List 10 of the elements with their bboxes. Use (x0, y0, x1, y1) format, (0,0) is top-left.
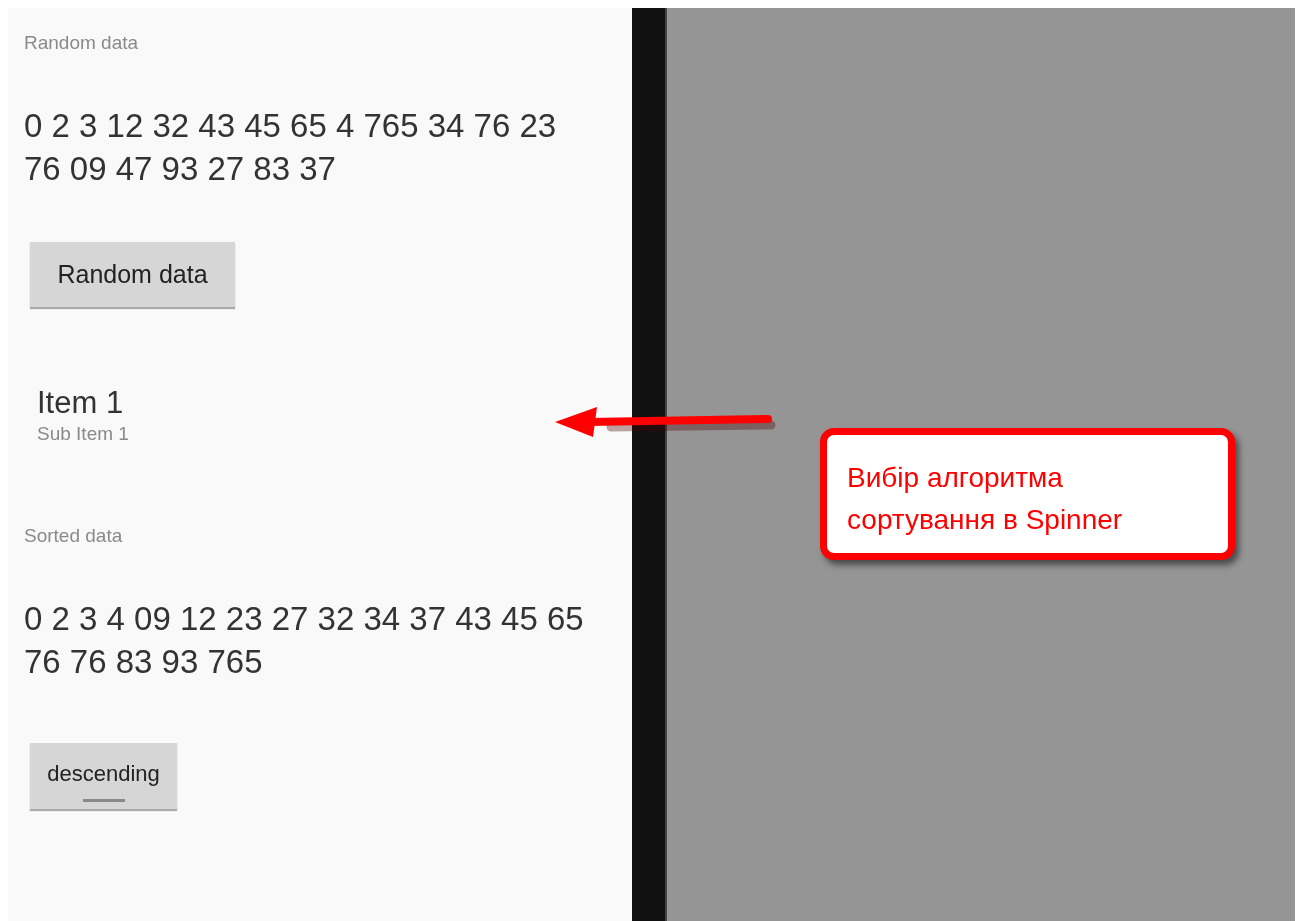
descending-toggle[interactable]: descending (30, 743, 177, 809)
spinner[interactable]: Item 1 Sub Item 1 (37, 385, 129, 445)
sorted-numbers: 0 2 3 4 09 12 23 27 32 34 37 43 45 65 76 76 83 93 765 (24, 599, 585, 682)
spinner-item-subtitle: Sub Item 1 (37, 423, 129, 445)
random-data-button[interactable]: Random data (30, 242, 235, 307)
section-label: Random data (24, 32, 139, 54)
section-label: Sorted data (24, 525, 123, 547)
annotation-text: Вибір алгоритма сортування в Spinner (847, 461, 1124, 537)
random-numbers: 0 2 3 12 32 43 45 65 4 765 34 76 23 76 09 47 93 27 83 37 (24, 106, 558, 189)
spinner-item-title: Item 1 (37, 385, 125, 421)
